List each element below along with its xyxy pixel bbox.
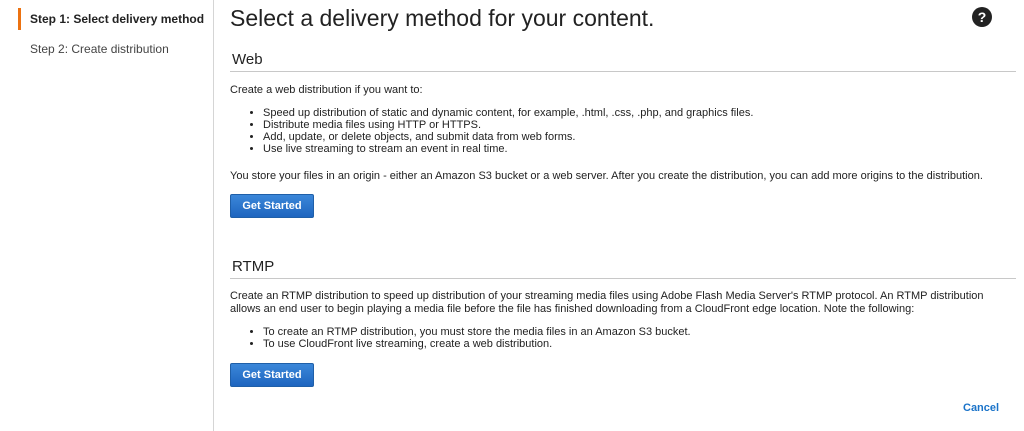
- web-origin-note: You store your files in an origin - eith…: [230, 170, 983, 182]
- main-content: Select a delivery method for your conten…: [230, 0, 1016, 431]
- rtmp-section-title: RTMP: [232, 258, 275, 275]
- question-circle-icon[interactable]: ?: [972, 7, 992, 27]
- web-intro-text: Create a web distribution if you want to…: [230, 84, 423, 96]
- list-item: To create an RTMP distribution, you must…: [263, 326, 1023, 338]
- list-item: To use CloudFront live streaming, create…: [263, 338, 1023, 350]
- sidebar-step-create-distribution[interactable]: Step 2: Create distribution: [18, 41, 169, 57]
- rtmp-bullet-list: To create an RTMP distribution, you must…: [230, 326, 1023, 350]
- web-bullet-list: Speed up distribution of static and dyna…: [230, 107, 1023, 155]
- list-item: Add, update, or delete objects, and subm…: [263, 131, 1023, 143]
- rtmp-intro-text: Create an RTMP distribution to speed up …: [230, 290, 984, 315]
- web-section-title: Web: [232, 51, 263, 68]
- cancel-link[interactable]: Cancel: [963, 402, 999, 414]
- wizard-sidebar: Step 1: Select delivery method Step 2: C…: [0, 0, 214, 431]
- page-title: Select a delivery method for your conten…: [230, 5, 655, 31]
- web-get-started-button[interactable]: Get Started: [230, 194, 314, 218]
- web-section-divider: [230, 71, 1016, 72]
- app-window: Step 1: Select delivery method Step 2: C…: [0, 0, 1024, 431]
- rtmp-get-started-button[interactable]: Get Started: [230, 363, 314, 387]
- list-item: Speed up distribution of static and dyna…: [263, 107, 1023, 119]
- rtmp-section-divider: [230, 278, 1016, 279]
- sidebar-step-select-delivery-method[interactable]: Step 1: Select delivery method: [18, 8, 204, 30]
- list-item: Distribute media files using HTTP or HTT…: [263, 119, 1023, 131]
- list-item: Use live streaming to stream an event in…: [263, 143, 1023, 155]
